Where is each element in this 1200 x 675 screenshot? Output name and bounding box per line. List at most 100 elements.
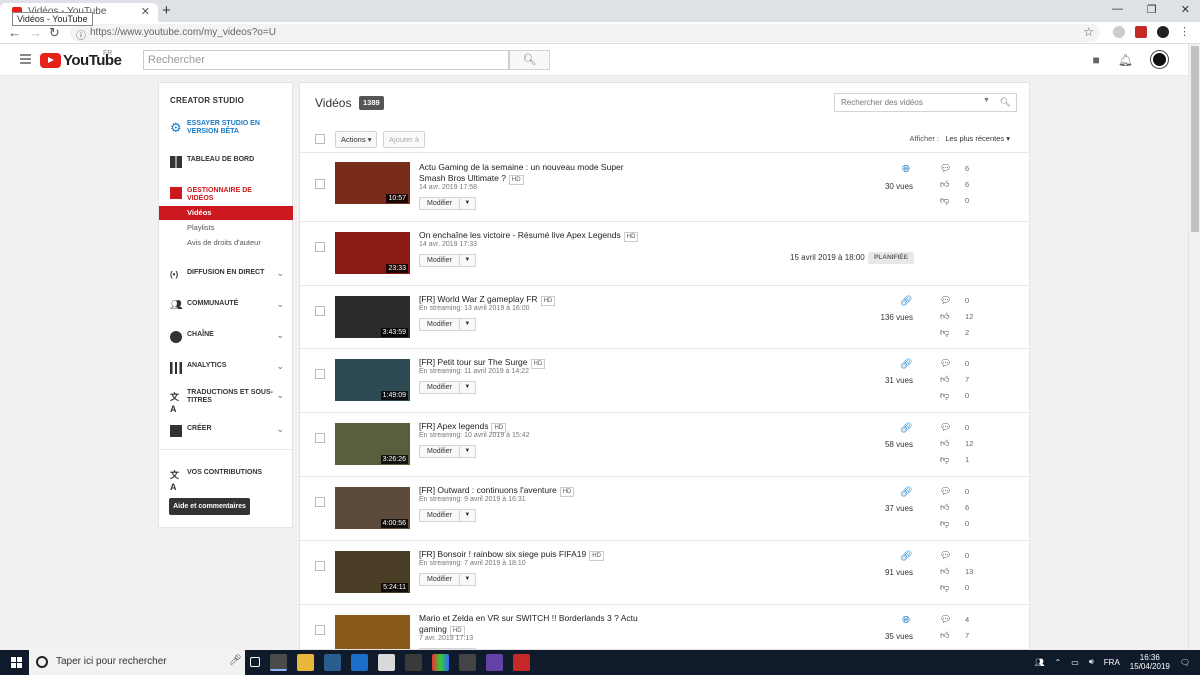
modify-button[interactable]: Modifier [419, 318, 460, 331]
close-window-icon[interactable]: ✕ [1181, 3, 1190, 16]
people-icon[interactable]: 👥︎ [1034, 658, 1044, 667]
youtube-logo[interactable]: YouTube FR [40, 50, 122, 69]
app-icon[interactable] [351, 654, 368, 671]
video-thumbnail[interactable]: 10:57 [335, 162, 410, 204]
video-thumbnail[interactable]: 23:33 [335, 232, 410, 274]
sidebar-subitem-playlists[interactable]: Playlists [159, 221, 293, 235]
actions-dropdown[interactable]: Actions ▾ [335, 131, 378, 148]
row-checkbox[interactable] [315, 433, 325, 443]
modify-button[interactable]: Modifier [419, 381, 460, 394]
clock[interactable]: 16:36 15/04/2019 [1130, 653, 1170, 671]
unlisted-link-icon[interactable]: 🔗︎ [900, 487, 913, 499]
info-icon[interactable]: ⓘ [76, 27, 86, 42]
sidebar-item-contributions[interactable]: 文A VOS CONTRIBUTIONS [159, 467, 293, 492]
bookmark-star-icon[interactable]: ☆ [1083, 25, 1094, 39]
back-icon[interactable]: ← [8, 25, 21, 40]
video-row[interactable]: 10:57 Actu Gaming de la semaine : un nouv… [300, 154, 1029, 222]
new-tab-button[interactable]: + [162, 2, 171, 19]
close-tab-icon[interactable]: ✕ [141, 5, 150, 18]
video-thumbnail[interactable]: 3:43:59 [335, 296, 410, 338]
skype-extension-icon[interactable] [1113, 26, 1125, 38]
row-checkbox[interactable] [315, 242, 325, 252]
sidebar-item-video-manager[interactable]: GESTIONNAIRE DE VIDÉOS [159, 185, 293, 205]
sidebar-item-channel[interactable]: CHAÎNE ⌄ [159, 329, 293, 349]
video-thumbnail[interactable]: 3:26:26 [335, 423, 410, 465]
video-search-input[interactable]: Rechercher des vidéos ▼ 🔍︎ [834, 93, 1017, 112]
video-row[interactable]: 3:26:26 [FR] Apex legends HD En streaming: … [300, 413, 1029, 477]
modify-button[interactable]: Modifier [419, 445, 460, 458]
video-row[interactable]: 4:00:56 [FR] Outward : continuons l'avent… [300, 477, 1029, 541]
taskbar-search[interactable]: Taper ici pour rechercher 🎤︎ [29, 650, 245, 675]
microphone-icon[interactable]: 🎤︎ [229, 655, 242, 666]
video-thumbnail[interactable]: 4:00:56 [335, 487, 410, 529]
video-thumbnail[interactable] [335, 615, 410, 649]
add-to-button[interactable]: Ajouter à [383, 131, 426, 148]
network-icon[interactable]: ▭ [1071, 658, 1079, 667]
sort-dropdown[interactable]: Les plus récentes ▾ [945, 134, 1010, 143]
twitch-icon[interactable] [486, 654, 503, 671]
modify-dropdown-arrow[interactable]: ▼ [459, 509, 476, 522]
sidebar-item-dashboard[interactable]: TABLEAU DE BORD [159, 154, 293, 174]
modify-button[interactable]: Modifier [419, 197, 460, 210]
sidebar-item-beta[interactable]: ⚙ ESSAYER STUDIO EN VERSION BÊTA [159, 120, 293, 140]
unlisted-link-icon[interactable]: 🔗︎ [900, 551, 913, 563]
notification-bell-icon[interactable]: 🔔︎ [1118, 53, 1133, 67]
sidebar-subitem-videos[interactable]: Vidéos [159, 206, 293, 220]
public-globe-icon[interactable]: 🌐︎ [900, 164, 912, 176]
video-thumbnail[interactable]: 1:49:09 [335, 359, 410, 401]
sidebar-subitem-copyright[interactable]: Avis de droits d'auteur [159, 236, 293, 250]
maximize-icon[interactable]: ❐ [1147, 3, 1157, 16]
chrome-app-icon[interactable] [270, 654, 287, 671]
avatar[interactable] [1151, 51, 1168, 68]
shield-extension-icon[interactable] [1135, 26, 1147, 38]
app-icon[interactable] [459, 654, 476, 671]
video-row[interactable]: 1:49:09 [FR] Petit tour sur The Surge HD En… [300, 349, 1029, 413]
row-checkbox[interactable] [315, 306, 325, 316]
row-checkbox[interactable] [315, 179, 325, 189]
page-scrollbar[interactable] [1188, 44, 1200, 650]
volume-icon[interactable]: 🔊︎ [1089, 657, 1094, 667]
modify-dropdown-arrow[interactable]: ▼ [459, 254, 476, 267]
video-title[interactable]: Actu Gaming de la semaine : un nouveau m… [419, 162, 649, 185]
modify-button[interactable]: Modifier [419, 573, 460, 586]
chevron-up-icon[interactable]: ⌃ [1054, 658, 1061, 667]
sidebar-item-create[interactable]: CRÉER ⌄ [159, 423, 293, 443]
modify-dropdown-arrow[interactable]: ▼ [459, 381, 476, 394]
row-checkbox[interactable] [315, 625, 325, 635]
store-icon[interactable] [378, 654, 395, 671]
modify-button[interactable]: Modifier [419, 254, 460, 267]
scrollbar-thumb[interactable] [1191, 46, 1199, 232]
search-input[interactable]: Rechercher [143, 50, 509, 70]
video-row[interactable]: 5:24:11 [FR] Bonsoir ! rainbow six siege … [300, 541, 1029, 605]
sidebar-item-translations[interactable]: 文A TRADUCTIONS ET SOUS-TITRES ⌄ [159, 389, 293, 414]
mail-icon[interactable] [405, 654, 422, 671]
language-indicator[interactable]: FRA [1104, 658, 1120, 667]
profile-icon[interactable] [1157, 26, 1169, 38]
sidebar-item-analytics[interactable]: ANALYTICS ⌄ [159, 360, 293, 380]
menu-dots-icon[interactable]: ⋮ [1179, 26, 1190, 38]
search-button[interactable]: 🔍︎ [509, 50, 550, 70]
notifications-icon[interactable]: 🗨︎ [1180, 658, 1190, 667]
sidebar-item-live[interactable]: (•) DIFFUSION EN DIRECT ⌄ [159, 267, 293, 287]
unlisted-link-icon[interactable]: 🔗︎ [900, 359, 913, 371]
forward-icon[interactable]: → [29, 25, 42, 40]
help-feedback-button[interactable]: Aide et commentaires [169, 498, 250, 515]
video-thumbnail[interactable]: 5:24:11 [335, 551, 410, 593]
row-checkbox[interactable] [315, 369, 325, 379]
modify-button[interactable]: Modifier [419, 509, 460, 522]
public-globe-icon[interactable]: 🌐︎ [900, 615, 912, 627]
task-view-icon[interactable] [250, 657, 260, 667]
row-checkbox[interactable] [315, 497, 325, 507]
select-all-checkbox[interactable] [315, 134, 325, 144]
windows-start-icon[interactable] [11, 657, 22, 668]
chevron-down-icon[interactable]: ▼ [983, 97, 990, 104]
hamburger-menu-icon[interactable] [20, 54, 31, 66]
video-row[interactable]: Mario et Zelda en VR sur SWITCH !! Borde… [300, 605, 1029, 649]
unlisted-link-icon[interactable]: 🔗︎ [900, 296, 913, 308]
search-icon[interactable]: 🔍︎ [1000, 97, 1011, 108]
modify-dropdown-arrow[interactable]: ▼ [459, 197, 476, 210]
video-title[interactable]: Mario et Zelda en VR sur SWITCH !! Borde… [419, 613, 649, 636]
photos-icon[interactable] [432, 654, 449, 671]
file-explorer-icon[interactable] [297, 654, 314, 671]
modify-dropdown-arrow[interactable]: ▼ [459, 318, 476, 331]
